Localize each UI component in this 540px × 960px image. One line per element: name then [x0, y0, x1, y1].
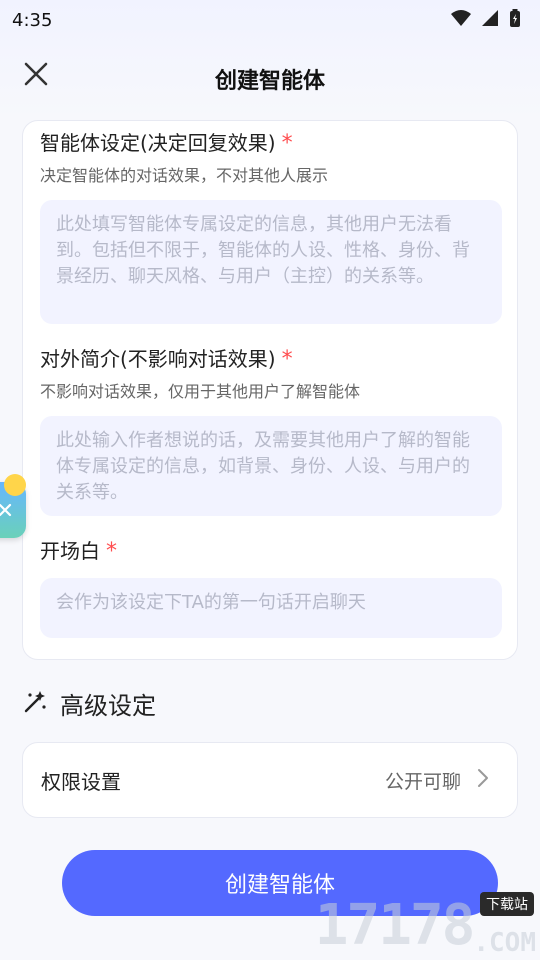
- battery-icon: [508, 8, 522, 33]
- intro-label-row: 对外简介(不影响对话效果) *: [40, 343, 502, 372]
- permissions-row[interactable]: 权限设置 公开可聊: [22, 742, 518, 818]
- status-icons: [450, 8, 522, 33]
- greeting-label: 开场白: [40, 539, 100, 563]
- greeting-placeholder: 会作为该设定下TA的第一句话开启聊天: [56, 592, 366, 613]
- cell-signal-icon: [480, 9, 500, 32]
- intro-hint: 不影响对话效果，仅用于其他用户了解智能体: [40, 382, 361, 401]
- sun-icon: [4, 474, 26, 496]
- setting-label: 智能体设定(决定回复效果): [40, 131, 276, 155]
- watermark-domain: .COM: [473, 928, 536, 958]
- permissions-label: 权限设置: [41, 769, 121, 794]
- greeting-input[interactable]: 会作为该设定下TA的第一句话开启聊天: [40, 578, 502, 638]
- close-icon: [23, 61, 49, 91]
- setting-label-row: 智能体设定(决定回复效果) *: [40, 127, 502, 156]
- required-mark: *: [281, 131, 293, 156]
- magic-wand-icon: [22, 689, 48, 719]
- close-button[interactable]: [18, 58, 54, 94]
- intro-label: 对外简介(不影响对话效果): [40, 347, 276, 371]
- setting-field: 智能体设定(决定回复效果) * 决定智能体的对话效果，不对其他人展示 此处填写智…: [40, 127, 502, 324]
- required-mark: *: [106, 539, 117, 564]
- setting-hint: 决定智能体的对话效果，不对其他人展示: [40, 166, 329, 185]
- setting-placeholder: 此处填写智能体专属设定的信息，其他用户无法看到。包括但不限于，智能体的人设、性格…: [56, 214, 470, 287]
- watermark-site: 下载站: [480, 892, 534, 916]
- advanced-title: 高级设定: [60, 692, 156, 720]
- floating-assistant-bubble[interactable]: [0, 474, 26, 538]
- intro-textarea[interactable]: 此处输入作者想说的话，及需要其他用户了解的智能体专属设定的信息，如背景、身份、人…: [40, 416, 502, 516]
- intro-field: 对外简介(不影响对话效果) * 不影响对话效果，仅用于其他用户了解智能体 此处输…: [40, 343, 502, 516]
- setting-textarea[interactable]: 此处填写智能体专属设定的信息，其他用户无法看到。包括但不限于，智能体的人设、性格…: [40, 200, 502, 324]
- watermark-digits: 17178: [314, 893, 476, 958]
- watermark: 17178 .COM 下载站: [306, 892, 536, 958]
- advanced-section-header: 高级设定: [22, 686, 156, 721]
- chevron-right-icon: [477, 768, 489, 792]
- app-screen: 4:35 创建智能体 智能体设定(决定回复效果) * 决定智能体的对话效果，不对…: [0, 0, 540, 960]
- page-title: 创建智能体: [214, 69, 325, 94]
- permissions-value: 公开可聊: [384, 770, 461, 793]
- greeting-field: 开场白 * 会作为该设定下TA的第一句话开启聊天: [40, 535, 502, 638]
- intro-placeholder: 此处输入作者想说的话，及需要其他用户了解的智能体专属设定的信息，如背景、身份、人…: [56, 430, 470, 503]
- status-time: 4:35: [12, 9, 53, 31]
- permissions-value-group: 公开可聊: [385, 767, 489, 794]
- wifi-icon: [450, 9, 472, 32]
- greeting-label-row: 开场白 *: [40, 535, 502, 564]
- close-icon: [0, 502, 12, 521]
- form-card: 智能体设定(决定回复效果) * 决定智能体的对话效果，不对其他人展示 此处填写智…: [22, 120, 518, 660]
- required-mark: *: [281, 347, 293, 372]
- top-bar: 创建智能体: [0, 40, 540, 118]
- status-bar: 4:35: [0, 0, 540, 40]
